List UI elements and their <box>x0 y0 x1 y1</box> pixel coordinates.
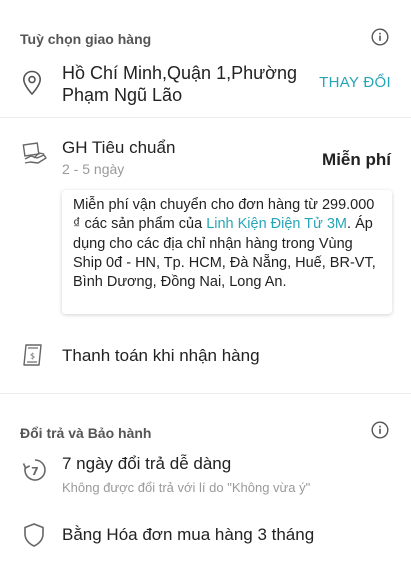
payment-method-cod: Thanh toán khi nhận hàng <box>62 346 260 365</box>
cash-icon: $ <box>23 344 42 366</box>
shipping-fee: Miễn phí <box>322 150 391 169</box>
warranty-info: Bằng Hóa đơn mua hàng 3 tháng <box>62 525 315 544</box>
change-address-button[interactable]: THAY ĐỔI <box>319 74 391 91</box>
return-policy-note: Không được đổi trả với lí do "Không vừa … <box>62 480 311 495</box>
returns-section-title: Đổi trả và Bảo hành <box>20 425 152 441</box>
info-icon[interactable] <box>371 421 389 439</box>
shield-icon <box>24 523 44 547</box>
seller-link[interactable]: Linh Kiện Điện Tử 3M <box>206 216 347 232</box>
divider <box>0 393 411 394</box>
shipping-address: Hồ Chí Minh,Quận 1,Phường Phạm Ngũ Lão <box>62 63 297 105</box>
divider <box>0 117 411 118</box>
return-7-icon: 7 <box>22 459 46 481</box>
delivery-section-title: Tuỳ chọn giao hàng <box>20 31 152 47</box>
location-pin-icon <box>22 70 42 96</box>
return-policy-title: 7 ngày đổi trả dễ dàng <box>62 454 232 473</box>
delivery-handover-icon <box>22 142 47 164</box>
shipping-method-name: GH Tiêu chuẩn <box>62 138 176 157</box>
free-shipping-promo-box: Miễn phí vận chuyển cho đơn hàng từ 299.… <box>62 190 392 314</box>
svg-text:$: $ <box>30 352 35 361</box>
shipping-eta: 2 - 5 ngày <box>62 161 125 177</box>
svg-text:7: 7 <box>31 465 39 478</box>
info-icon[interactable] <box>371 28 389 46</box>
